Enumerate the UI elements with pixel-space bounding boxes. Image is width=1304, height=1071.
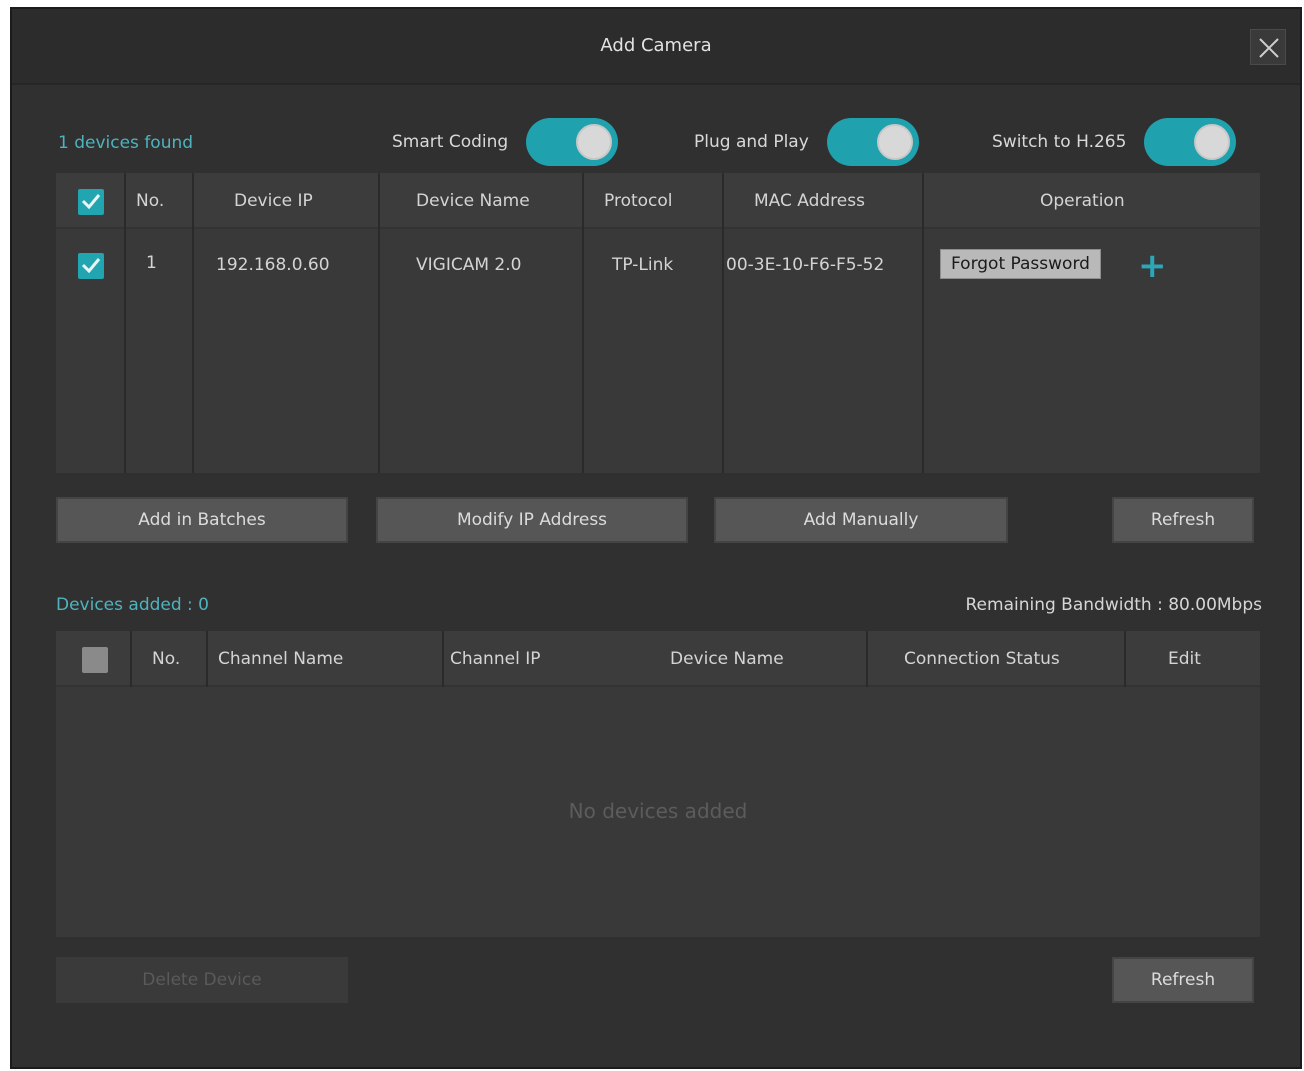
add-in-batches-button[interactable]: Add in Batches bbox=[56, 497, 348, 543]
col-ip bbox=[194, 173, 380, 473]
close-button[interactable] bbox=[1250, 29, 1286, 65]
refresh-added-button[interactable]: Refresh bbox=[1112, 957, 1254, 1003]
toggle-knob bbox=[876, 124, 913, 160]
added-devices-table: No. Channel Name Channel IP Device Name … bbox=[56, 631, 1260, 937]
header-device-name: Device Name bbox=[670, 649, 784, 669]
devices-added-label: Devices added : 0 bbox=[56, 595, 209, 615]
header-device-ip: Device IP bbox=[234, 191, 313, 211]
found-devices-table: No. Device IP Device Name Protocol MAC A… bbox=[56, 173, 1260, 473]
smart-coding-label: Smart Coding bbox=[392, 132, 509, 152]
row-protocol: TP-Link bbox=[612, 255, 674, 275]
h265-label: Switch to H.265 bbox=[992, 132, 1127, 152]
header-channel-name: Channel Name bbox=[218, 649, 344, 669]
header-edit: Edit bbox=[1168, 649, 1201, 669]
title-bar: Add Camera bbox=[12, 9, 1300, 85]
row-device-ip: 192.168.0.60 bbox=[216, 255, 330, 275]
row-checkbox[interactable] bbox=[78, 253, 104, 279]
row-no: 1 bbox=[146, 253, 157, 273]
forgot-password-button[interactable]: Forgot Password bbox=[940, 249, 1101, 279]
devices-found-label: 1 devices found bbox=[58, 133, 194, 153]
select-all-checkbox[interactable] bbox=[78, 189, 104, 215]
refresh-button[interactable]: Refresh bbox=[1112, 497, 1254, 543]
col-name bbox=[380, 173, 584, 473]
dialog-title: Add Camera bbox=[600, 35, 712, 56]
remaining-bandwidth: Remaining Bandwidth : 80.00Mbps bbox=[965, 595, 1263, 615]
col-protocol bbox=[584, 173, 724, 473]
h265-toggle[interactable] bbox=[1144, 118, 1237, 166]
header-mac: MAC Address bbox=[754, 191, 865, 211]
header-operation: Operation bbox=[1040, 191, 1125, 211]
delete-device-button[interactable]: Delete Device bbox=[56, 957, 348, 1003]
toggle-knob bbox=[576, 124, 613, 160]
toggle-knob bbox=[1194, 124, 1231, 160]
check-icon bbox=[81, 194, 101, 209]
add-plus-icon[interactable]: + bbox=[1138, 249, 1167, 283]
add-camera-dialog: Add Camera 1 devices found Smart Coding … bbox=[10, 7, 1302, 1069]
plug-and-play-group: Plug and Play bbox=[694, 117, 919, 167]
col-no bbox=[126, 173, 194, 473]
col-mac bbox=[724, 173, 924, 473]
plug-and-play-toggle[interactable] bbox=[826, 118, 919, 166]
select-all-checkbox[interactable] bbox=[82, 647, 108, 673]
modify-ip-button[interactable]: Modify IP Address bbox=[376, 497, 688, 543]
col-check bbox=[56, 173, 126, 473]
add-manually-button[interactable]: Add Manually bbox=[714, 497, 1008, 543]
h265-group: Switch to H.265 bbox=[992, 117, 1237, 167]
header-protocol: Protocol bbox=[604, 191, 673, 211]
header-no: No. bbox=[152, 649, 181, 669]
row-device-name: VIGICAM 2.0 bbox=[416, 255, 522, 275]
smart-coding-group: Smart Coding bbox=[392, 117, 619, 167]
close-icon bbox=[1259, 38, 1279, 58]
header-connection-status: Connection Status bbox=[904, 649, 1060, 669]
plug-and-play-label: Plug and Play bbox=[694, 132, 809, 152]
header-channel-ip: Channel IP bbox=[450, 649, 541, 669]
empty-state-text: No devices added bbox=[568, 799, 748, 823]
header-no: No. bbox=[136, 191, 165, 211]
smart-coding-toggle[interactable] bbox=[526, 118, 619, 166]
row-mac: 00-3E-10-F6-F5-52 bbox=[726, 255, 885, 275]
check-icon bbox=[81, 258, 101, 273]
header-device-name: Device Name bbox=[416, 191, 530, 211]
